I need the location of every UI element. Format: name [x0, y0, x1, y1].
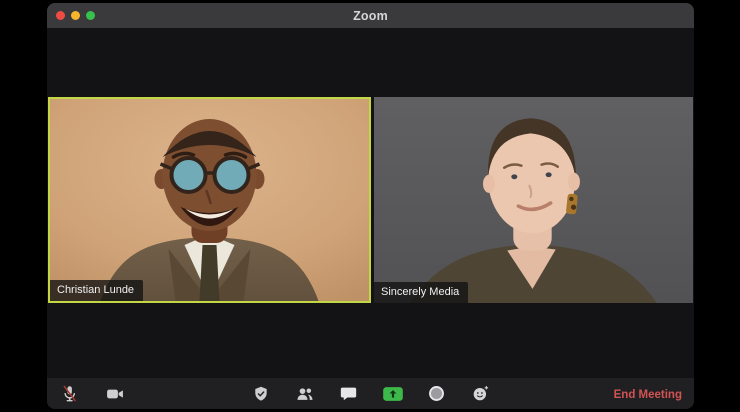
toolbar-center-group — [246, 378, 496, 409]
mute-button[interactable] — [54, 380, 84, 408]
video-camera-icon — [107, 389, 123, 398]
chat-button[interactable] — [334, 380, 364, 408]
video-grid: Christian Lunde Sincerely Media — [48, 97, 693, 303]
microphone-muted-icon — [62, 385, 76, 402]
video-button[interactable] — [100, 380, 130, 408]
end-meeting-button[interactable]: End Meeting — [614, 389, 682, 401]
minimize-button[interactable] — [71, 11, 80, 20]
video-tile-active-speaker[interactable]: Christian Lunde — [48, 97, 371, 303]
share-screen-icon — [382, 386, 403, 401]
close-button[interactable] — [56, 11, 65, 20]
fullscreen-button[interactable] — [86, 11, 95, 20]
reactions-smiley-icon — [473, 386, 489, 401]
toolbar-left-group — [47, 380, 130, 408]
meeting-area: Christian Lunde Sincerely Media — [47, 28, 694, 378]
participant-name-label: Sincerely Media — [374, 282, 469, 303]
participant-video-sincerely — [374, 97, 693, 303]
reactions-button[interactable] — [466, 380, 496, 408]
traffic-lights — [56, 3, 95, 28]
security-button[interactable] — [246, 380, 276, 408]
meeting-toolbar: End Meeting — [47, 378, 694, 409]
titlebar[interactable]: Zoom — [47, 3, 694, 28]
security-shield-icon — [254, 386, 267, 401]
screen-background: Zoom Christian Lunde Sincerely Media End… — [0, 0, 740, 412]
video-tile-participant[interactable]: Sincerely Media — [374, 97, 693, 303]
participants-button[interactable] — [290, 380, 320, 408]
toolbar-right-group: End Meeting — [614, 385, 694, 403]
share-screen-button[interactable] — [378, 380, 408, 408]
participant-name-label: Christian Lunde — [50, 280, 144, 301]
zoom-window: Zoom Christian Lunde Sincerely Media End… — [47, 3, 694, 409]
record-button[interactable] — [422, 380, 452, 408]
participant-video-christian — [50, 99, 369, 301]
chat-bubble-icon — [340, 387, 357, 401]
window-title: Zoom — [353, 8, 388, 23]
record-icon — [429, 386, 444, 401]
participants-icon — [297, 387, 312, 400]
